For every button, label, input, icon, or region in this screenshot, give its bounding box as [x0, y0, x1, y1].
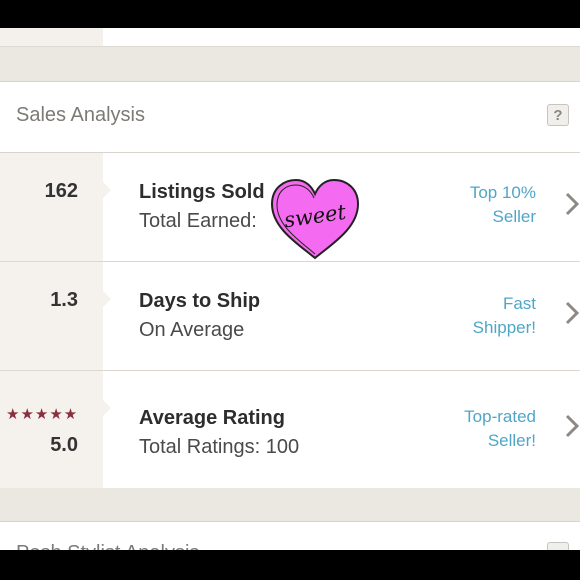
- row-days-to-ship[interactable]: 1.3 Days to Ship On Average Fast Shipper…: [0, 262, 580, 371]
- row-badge: Top-rated Seller!: [464, 405, 536, 453]
- next-card: Posh Stylist Analysis: [0, 521, 580, 550]
- badge-line-1: Fast: [502, 294, 536, 313]
- sales-analysis-card: Sales Analysis ? 162 Listings Sold Total…: [0, 81, 580, 489]
- rating-stars: ★★★★★: [6, 406, 79, 423]
- badge-line-1: Top-rated: [464, 407, 536, 426]
- help-button[interactable]: [547, 542, 569, 550]
- row-title: Listings Sold: [139, 181, 265, 203]
- row-title: Days to Ship: [139, 290, 261, 312]
- row-subtitle: On Average: [139, 319, 245, 341]
- row-badge: Top 10% Seller: [470, 181, 536, 229]
- badge-line-2: Seller: [492, 207, 536, 226]
- metric-column: 162: [0, 153, 111, 261]
- row-subtitle: Total Ratings: 100: [139, 436, 300, 458]
- row-title: Average Rating: [139, 407, 285, 429]
- row-subtitle: Total Earned:: [139, 210, 257, 232]
- badge-line-1: Top 10%: [469, 183, 536, 202]
- card-header: Sales Analysis ?: [0, 82, 580, 153]
- next-section-title: Posh Stylist Analysis: [16, 542, 199, 550]
- badge-line-2: Seller!: [487, 431, 536, 450]
- days-to-ship-value: 1.3: [50, 289, 78, 311]
- section-title: Sales Analysis: [16, 104, 145, 126]
- screen: Sales Analysis ? 162 Listings Sold Total…: [0, 28, 580, 550]
- chevron-right-icon[interactable]: [565, 192, 579, 216]
- heart-sticker-icon: sweet: [270, 178, 360, 260]
- average-rating-value: 5.0: [50, 434, 78, 456]
- help-button[interactable]: ?: [547, 104, 569, 126]
- row-average-rating[interactable]: ★★★★★ 5.0 Average Rating Total Ratings: …: [0, 371, 580, 488]
- metric-column: ★★★★★ 5.0: [0, 371, 111, 488]
- previous-card-left-strip: [0, 28, 103, 46]
- previous-card: [0, 28, 580, 47]
- badge-line-2: Shipper!: [472, 318, 536, 337]
- row-badge: Fast Shipper!: [473, 292, 536, 340]
- section-gap: [0, 47, 580, 81]
- chevron-right-icon[interactable]: [565, 414, 579, 438]
- chevron-right-icon[interactable]: [565, 301, 579, 325]
- listings-sold-count: 162: [44, 180, 78, 202]
- section-gap: [0, 488, 580, 521]
- metric-column: 1.3: [0, 262, 111, 370]
